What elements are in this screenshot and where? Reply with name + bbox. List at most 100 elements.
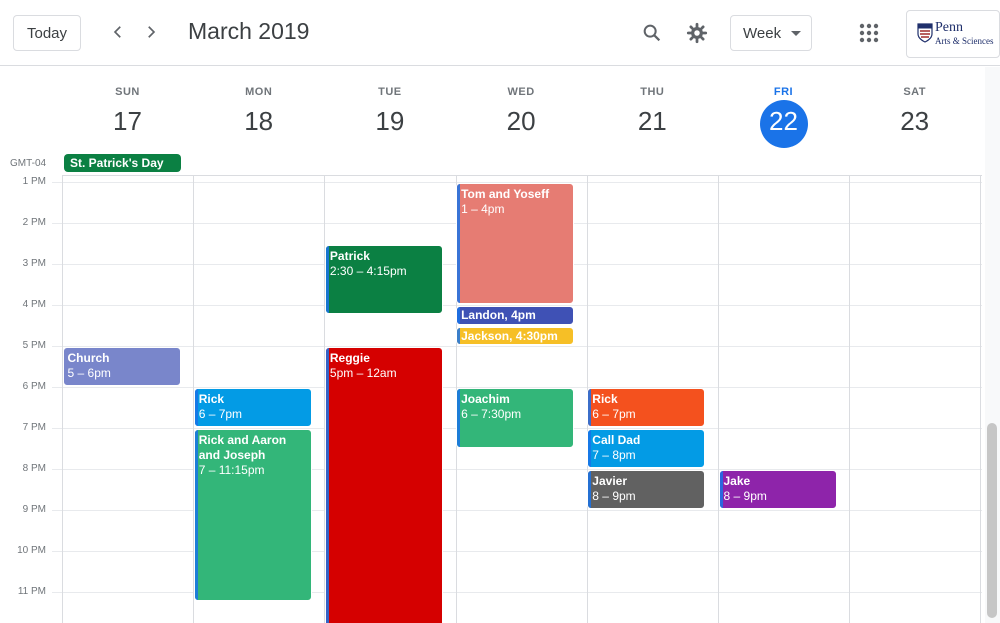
day-header-fri[interactable]: FRI 22 [718, 66, 849, 156]
hour-label: 9 PM [22, 504, 46, 516]
day-header-wed[interactable]: WED 20 [456, 66, 587, 156]
hour-label: 6 PM [22, 381, 46, 393]
event-title: Reggie [329, 351, 370, 366]
search-button[interactable] [640, 21, 664, 45]
day-header-mon[interactable]: MON 18 [193, 66, 324, 156]
day-number[interactable]: 22 [718, 106, 849, 137]
event-title: Jackson [461, 328, 510, 343]
timezone-label: GMT-04 [10, 158, 47, 169]
event-content: Rick 6 – 7pm [199, 392, 307, 422]
calendar-event[interactable]: Jackson, 4:30pm [456, 326, 575, 346]
day-header-sat[interactable]: SAT 23 [849, 66, 980, 156]
event-time: 6 – 7pm [198, 407, 243, 422]
event-time: 6 – 7pm [592, 407, 636, 422]
event-title: Rick and Aaron and Joseph [198, 433, 287, 463]
calendar-event[interactable]: Patrick 2:30 – 4:15pm [324, 244, 443, 315]
hour-tick [52, 428, 62, 430]
event-content: Tom and Yoseff 1 – 4pm [461, 187, 569, 217]
calendar-event[interactable]: Rick 6 – 7pm [587, 388, 706, 428]
day-number[interactable]: 17 [62, 106, 193, 137]
event-time: 8 – 9pm [723, 489, 767, 504]
event-side-bar [457, 184, 461, 304]
day-header-sun[interactable]: SUN 17 [62, 66, 193, 156]
apps-button[interactable] [858, 22, 880, 44]
event-side-bar [588, 430, 592, 468]
gear-icon [686, 22, 708, 44]
event-title: Joachim [461, 392, 510, 407]
event-content: Jackson, 4:30pm [461, 329, 569, 344]
event-title: Tom and Yoseff [461, 187, 550, 202]
day-number[interactable]: 20 [456, 106, 587, 137]
hour-label: 11 PM [17, 586, 46, 598]
event-title: Rick [592, 392, 618, 407]
day-number[interactable]: 19 [324, 106, 455, 137]
day-header-thu[interactable]: THU 21 [587, 66, 718, 156]
organization-logo[interactable]: Penn Arts & Sciences [906, 10, 1000, 58]
event-side-bar [325, 245, 329, 314]
event-title: Javier [592, 474, 627, 489]
event-side-bar [194, 430, 198, 601]
day-name: SUN [115, 86, 140, 98]
all-day-event[interactable]: St. Patrick's Day [64, 154, 181, 172]
hour-label: 4 PM [22, 299, 46, 311]
event-content: Landon, 4pm [461, 308, 569, 323]
view-selector-label: Week [743, 24, 782, 42]
event-content: Rick and Aaron and Joseph 7 – 11:15pm [199, 433, 307, 478]
calendar-event[interactable]: Jake 8 – 9pm [718, 470, 837, 510]
hour-tick [52, 387, 62, 389]
previous-week-button[interactable] [106, 20, 130, 44]
day-header-tue[interactable]: TUE 19 [324, 66, 455, 156]
calendar-event[interactable]: Javier 8 – 9pm [587, 470, 706, 510]
event-title: Landon [461, 308, 505, 323]
shield-icon [917, 23, 933, 43]
event-content: Patrick 2:30 – 4:15pm [330, 249, 438, 279]
day-column-divider [718, 176, 719, 623]
day-number[interactable]: 18 [193, 106, 324, 137]
scrollbar-thumb[interactable] [987, 423, 997, 618]
event-content: Jake 8 – 9pm [724, 474, 832, 504]
hour-label: 2 PM [22, 217, 46, 229]
chevron-right-icon [148, 26, 156, 38]
event-title: Jake [723, 474, 751, 489]
event-time: 7 – 11:15pm [198, 463, 265, 478]
day-name: SAT [903, 86, 927, 98]
next-week-button[interactable] [139, 20, 163, 44]
caret-down-icon [791, 31, 801, 36]
hour-tick [52, 469, 62, 471]
event-side-bar [588, 471, 592, 509]
calendar-event[interactable]: Tom and Yoseff 1 – 4pm [456, 183, 575, 305]
top-bar: Today March 2019 Week Penn Arts & Scienc… [0, 0, 1000, 66]
day-column-divider [980, 176, 982, 623]
day-name: WED [507, 86, 535, 98]
event-time: 5pm – 12am [329, 366, 397, 381]
day-number[interactable]: 23 [849, 106, 980, 137]
settings-button[interactable] [685, 21, 709, 45]
logo-text-arts-sciences: Arts & Sciences [935, 36, 994, 46]
event-title: Rick [198, 392, 225, 407]
day-name: TUE [378, 86, 402, 98]
calendar-event[interactable]: Reggie 5pm – 12am [324, 347, 443, 623]
hour-label: 10 PM [17, 545, 46, 557]
event-content: Call Dad 7 – 8pm [592, 433, 700, 463]
time-grid[interactable]: 1 PM 2 PM 3 PM 4 PM 5 PM 6 PM 7 PM 8 PM 9 PM 10 P… [0, 176, 985, 623]
chevron-left-icon [113, 26, 121, 38]
calendar-event[interactable]: Rick 6 – 7pm [193, 388, 312, 428]
today-button[interactable]: Today [13, 15, 81, 51]
month-title: March 2019 [188, 18, 310, 44]
event-side-bar [457, 307, 461, 324]
hour-label: 7 PM [22, 422, 46, 434]
hour-label: 1 PM [22, 176, 46, 188]
calendar-event[interactable]: Call Dad 7 – 8pm [587, 429, 706, 469]
event-time: 8 – 9pm [592, 489, 636, 504]
day-number[interactable]: 21 [587, 106, 718, 137]
calendar-event[interactable]: Landon, 4pm [456, 306, 575, 325]
event-time: , 4pm [504, 308, 536, 323]
hour-label: 8 PM [22, 463, 46, 475]
day-name: MON [245, 86, 273, 98]
calendar-event[interactable]: Joachim 6 – 7:30pm [456, 388, 575, 448]
calendar-event[interactable]: Rick and Aaron and Joseph 7 – 11:15pm [193, 429, 312, 602]
event-time: 6 – 7:30pm [461, 407, 522, 422]
view-selector[interactable]: Week [730, 15, 812, 51]
calendar-event[interactable]: Church 5 – 6pm [62, 347, 181, 387]
search-icon [643, 24, 661, 42]
